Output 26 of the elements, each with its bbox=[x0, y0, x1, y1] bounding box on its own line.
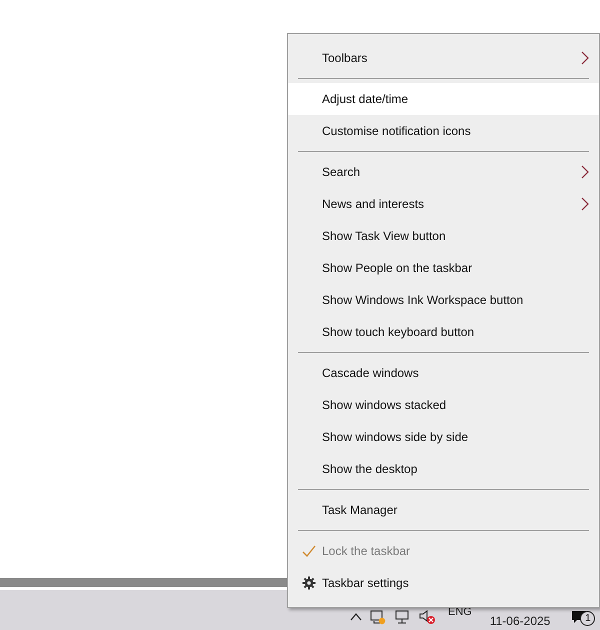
gear-icon bbox=[302, 576, 316, 590]
menu-item[interactable]: News and interests bbox=[288, 188, 599, 220]
menu-item[interactable]: Customise notification icons bbox=[288, 115, 599, 147]
menu-item[interactable]: Taskbar settings bbox=[288, 567, 599, 599]
menu-item[interactable]: Task Manager bbox=[288, 494, 599, 526]
chevron-right-icon bbox=[581, 165, 589, 179]
network-warning-icon[interactable] bbox=[370, 609, 386, 625]
menu-item[interactable]: Show People on the taskbar bbox=[288, 252, 599, 284]
menu-item[interactable]: Show Task View button bbox=[288, 220, 599, 252]
menu-item[interactable]: Show windows stacked bbox=[288, 389, 599, 421]
chevron-up-icon[interactable] bbox=[350, 612, 362, 622]
chevron-right-icon bbox=[581, 51, 589, 65]
menu-item[interactable]: Show the desktop bbox=[288, 453, 599, 485]
menu-item[interactable]: Show touch keyboard button bbox=[288, 316, 599, 348]
menu-item[interactable]: Adjust date/time bbox=[288, 83, 599, 115]
clock-date[interactable]: 11-06-2025 bbox=[490, 614, 550, 628]
menu-item[interactable]: Toolbars bbox=[288, 42, 599, 74]
menu-item[interactable]: Cascade windows bbox=[288, 357, 599, 389]
menu-item[interactable]: Show windows side by side bbox=[288, 421, 599, 453]
notification-button[interactable]: 1 bbox=[572, 606, 596, 628]
monitor-icon[interactable] bbox=[394, 609, 410, 625]
chevron-right-icon bbox=[581, 197, 589, 211]
notification-count: 1 bbox=[580, 611, 596, 626]
menu-item[interactable]: Show Windows Ink Workspace button bbox=[288, 284, 599, 316]
speaker-muted-icon[interactable] bbox=[418, 609, 436, 625]
menu-item[interactable]: Search bbox=[288, 156, 599, 188]
